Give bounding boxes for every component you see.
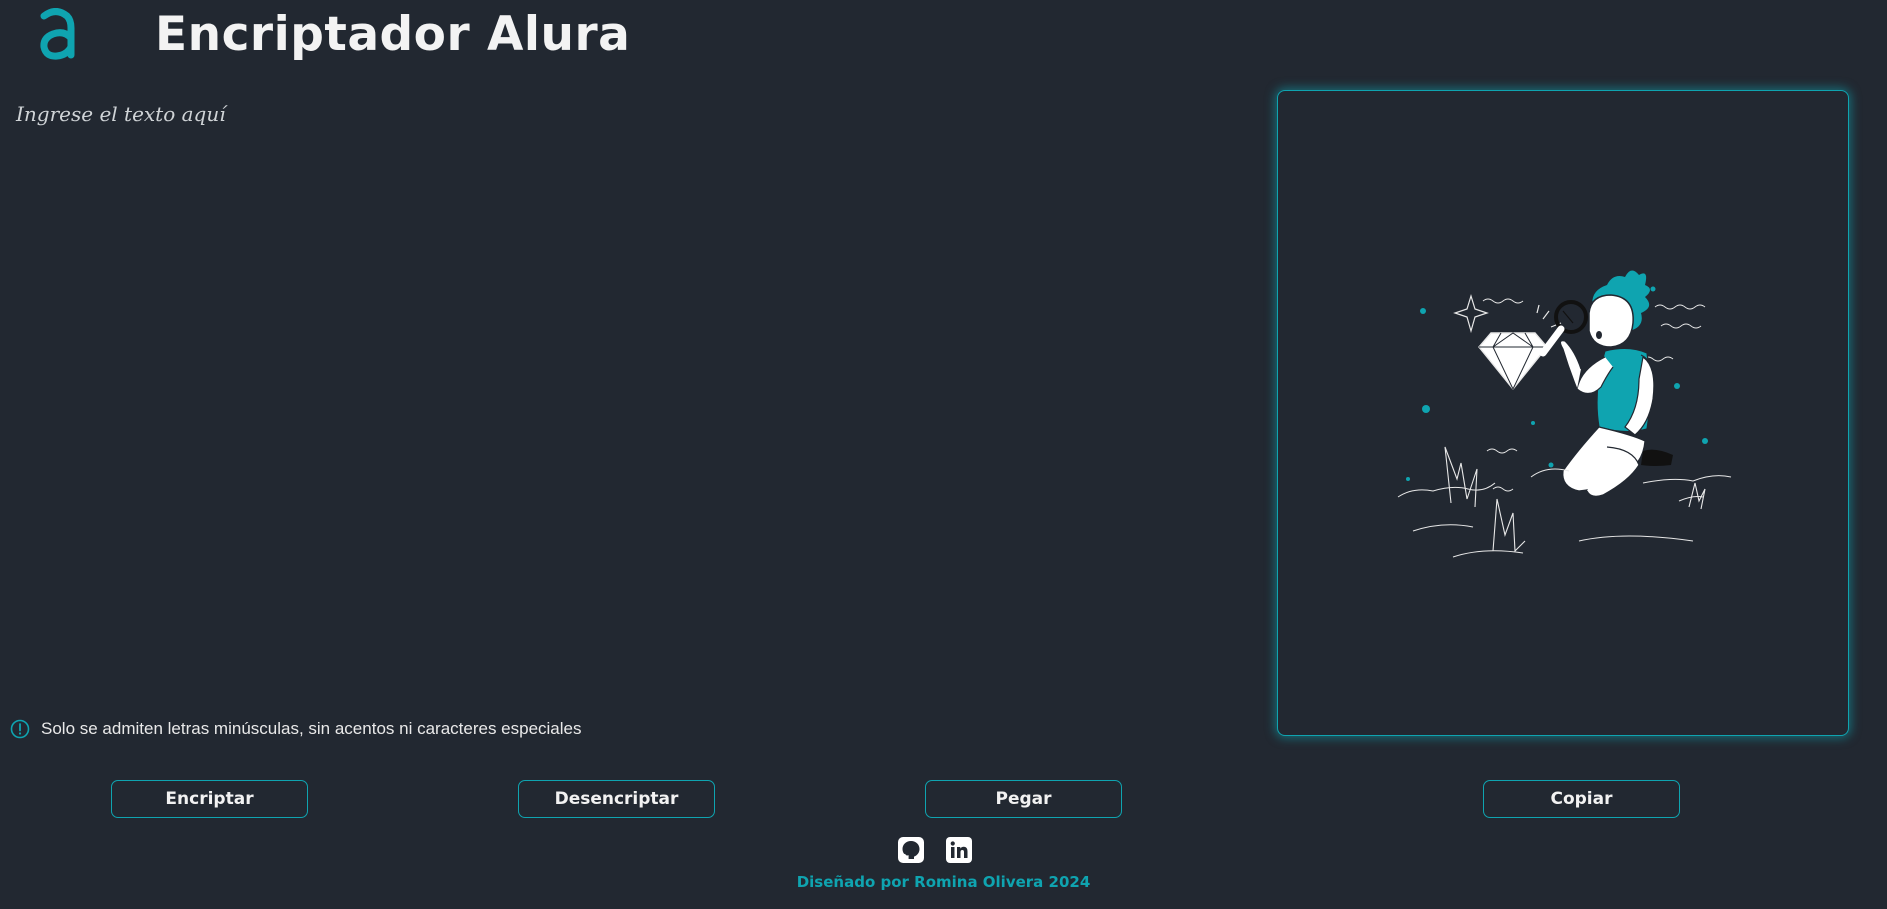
encrypt-button[interactable]: Encriptar <box>111 780 308 818</box>
social-links <box>898 837 972 863</box>
github-link[interactable] <box>898 837 924 863</box>
page-title: Encriptador Alura <box>155 7 631 62</box>
copy-button[interactable]: Copiar <box>1483 780 1680 818</box>
decrypt-button[interactable]: Desencriptar <box>518 780 715 818</box>
linkedin-icon <box>946 837 972 863</box>
exclamation-circle-icon <box>10 719 30 739</box>
app-page: Encriptador Alura Solo se admiten letras… <box>0 0 1887 909</box>
footer-credit: Diseñado por Romina Olivera 2024 <box>796 873 1091 891</box>
paste-button[interactable]: Pegar <box>925 780 1122 818</box>
linkedin-link[interactable] <box>946 837 972 863</box>
text-input[interactable] <box>14 100 1256 702</box>
output-panel <box>1277 90 1849 736</box>
header: Encriptador Alura <box>0 0 1887 75</box>
input-notice: Solo se admiten letras minúsculas, sin a… <box>10 719 582 739</box>
person-with-magnifying-glass-illustration <box>1397 270 1732 558</box>
github-icon <box>898 837 924 863</box>
notice-text: Solo se admiten letras minúsculas, sin a… <box>41 719 582 738</box>
alura-logo-icon <box>40 8 75 60</box>
